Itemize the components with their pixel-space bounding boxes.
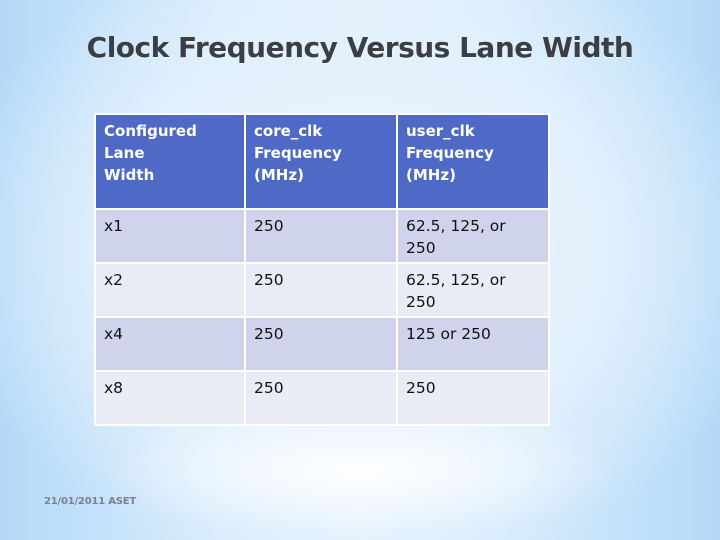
slide-title: Clock Frequency Versus Lane Width: [86, 31, 634, 64]
table-header-row: Configured Lane Width core_clk Frequency…: [94, 113, 550, 210]
cell-lane-width: x1: [94, 208, 246, 264]
table-row: x2 250 62.5, 125, or 250: [94, 262, 550, 318]
slide-footer-date: 21/01/2011 ASET: [44, 496, 137, 507]
cell-lane-width: x4: [94, 316, 246, 372]
cell-core-clk: 250: [244, 370, 398, 426]
cell-user-clk: 250: [396, 370, 550, 426]
header-user-clk-frequency: user_clk Frequency (MHz): [396, 113, 550, 210]
header-configured-lane-width: Configured Lane Width: [94, 113, 246, 210]
table-row: x4 250 125 or 250: [94, 316, 550, 372]
cell-core-clk: 250: [244, 316, 398, 372]
cell-lane-width: x2: [94, 262, 246, 318]
cell-user-clk: 62.5, 125, or 250: [396, 208, 550, 264]
table-row: x8 250 250: [94, 370, 550, 426]
header-text-line1: core_clk: [254, 122, 323, 140]
cell-core-clk: 250: [244, 262, 398, 318]
cell-user-clk: 62.5, 125, or 250: [396, 262, 550, 318]
cell-lane-width: x8: [94, 370, 246, 426]
cell-core-clk: 250: [244, 208, 398, 264]
header-text-line2: Frequency (MHz): [406, 144, 494, 184]
header-text-line1: user_clk: [406, 122, 475, 140]
header-text-line2: Width: [104, 166, 155, 184]
cell-user-clk: 125 or 250: [396, 316, 550, 372]
table-row: x1 250 62.5, 125, or 250: [94, 208, 550, 264]
header-text-line1: Configured Lane: [104, 122, 197, 162]
clock-frequency-table: Configured Lane Width core_clk Frequency…: [94, 113, 550, 426]
header-text-line2: Frequency (MHz): [254, 144, 342, 184]
header-core-clk-frequency: core_clk Frequency (MHz): [244, 113, 398, 210]
